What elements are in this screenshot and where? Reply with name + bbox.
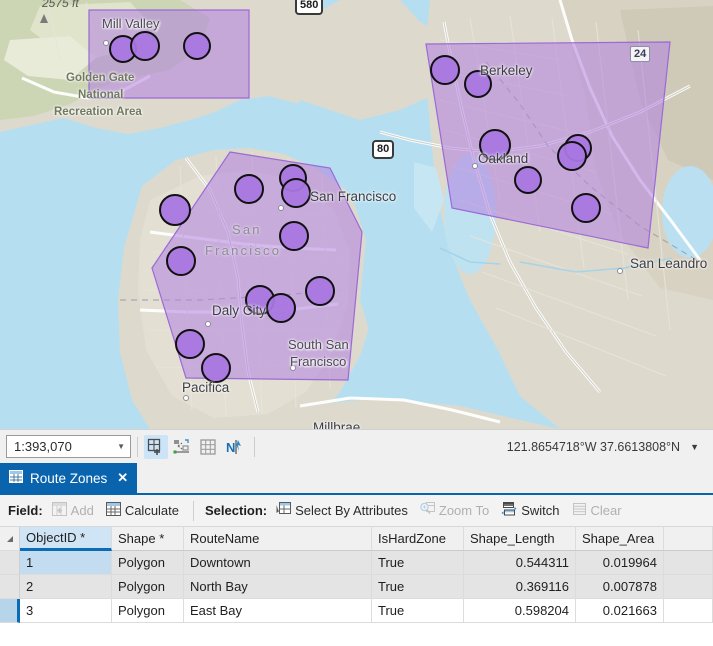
- clear-label: Clear: [590, 503, 622, 518]
- column-header-name[interactable]: RouteName: [184, 527, 372, 551]
- city-dot-daly-city: [205, 321, 211, 327]
- chevron-down-icon: ▼: [117, 442, 125, 451]
- map-canvas: [0, 0, 713, 429]
- toolbar-separator: [193, 500, 195, 521]
- cell-filler: [664, 551, 713, 575]
- column-header-hard[interactable]: IsHardZone: [372, 527, 464, 551]
- attribute-grid[interactable]: ObjectID * Shape * RouteName IsHardZone Shap…: [0, 527, 713, 623]
- clear-selection-button[interactable]: Clear: [569, 500, 625, 521]
- switch-selection-button[interactable]: Switch: [498, 500, 562, 521]
- map-status-bar: 1:393,070 ▼ N 121.8654718°W 37.6613808°N…: [0, 429, 713, 463]
- city-dot-san-francisco: [278, 205, 284, 211]
- tab-label: Route Zones: [30, 470, 108, 486]
- map-view[interactable]: 2575 ft Mill Valley Golden Gate National Re…: [0, 0, 713, 429]
- row-selector[interactable]: [0, 575, 20, 599]
- table-row[interactable]: 2 Polygon North Bay True 0.369116 0.007878: [0, 575, 713, 599]
- cell-name[interactable]: Downtown: [184, 551, 372, 575]
- cell-hard[interactable]: True: [372, 599, 464, 623]
- cell-length[interactable]: 0.598204: [464, 599, 576, 623]
- city-dot-mill-valley: [103, 40, 109, 46]
- switch-label: Switch: [521, 503, 560, 518]
- cell-shape[interactable]: Polygon: [112, 599, 184, 623]
- cell-length[interactable]: 0.544311: [464, 551, 576, 575]
- svg-text:N: N: [226, 440, 235, 455]
- toolbar-divider: [137, 436, 138, 457]
- chevron-down-icon[interactable]: ▼: [690, 442, 699, 452]
- row-selector[interactable]: [0, 599, 20, 623]
- grid-select-all-corner[interactable]: [0, 527, 20, 551]
- row-selector[interactable]: [0, 551, 20, 575]
- north-arrow-tool[interactable]: N: [222, 435, 246, 459]
- cell-area[interactable]: 0.019964: [576, 551, 664, 575]
- close-icon[interactable]: ✕: [117, 470, 128, 486]
- city-dot-pacifica: [183, 395, 189, 401]
- cell-hard[interactable]: True: [372, 551, 464, 575]
- select-all-triangle-icon: [6, 535, 13, 542]
- column-header-length[interactable]: Shape_Length: [464, 527, 576, 551]
- coordinate-readout[interactable]: 121.8654718°W 37.6613808°N ▼: [507, 440, 699, 454]
- add-field-icon: [51, 502, 67, 519]
- toolbar-divider-2: [254, 436, 255, 457]
- calculate-field-button[interactable]: Calculate: [103, 500, 182, 521]
- map-scale-value: 1:393,070: [14, 439, 72, 454]
- table-row[interactable]: 1 Polygon Downtown True 0.544311 0.019964: [0, 551, 713, 575]
- add-field-button[interactable]: Add: [49, 500, 97, 521]
- city-dot-san-leandro: [617, 268, 623, 274]
- select-by-attributes-label: Select By Attributes: [295, 503, 408, 518]
- cell-filler: [664, 599, 713, 623]
- selection-group-label: Selection:: [205, 503, 268, 518]
- attribute-grid-body[interactable]: 1 Polygon Downtown True 0.544311 0.019964 2 Pol…: [0, 551, 713, 623]
- attribute-grid-header: ObjectID * Shape * RouteName IsHardZone Shap…: [0, 527, 713, 551]
- zoom-to-icon: [420, 502, 435, 519]
- cell-shape[interactable]: Polygon: [112, 551, 184, 575]
- cell-objectid[interactable]: 3: [20, 599, 112, 623]
- cell-name[interactable]: East Bay: [184, 599, 372, 623]
- zoom-to-selection-button[interactable]: Zoom To: [417, 500, 492, 521]
- cell-area[interactable]: 0.021663: [576, 599, 664, 623]
- select-by-attributes-icon: [276, 502, 292, 519]
- cell-hard[interactable]: True: [372, 575, 464, 599]
- tab-route-zones[interactable]: Route Zones ✕: [0, 463, 138, 493]
- cell-shape[interactable]: Polygon: [112, 575, 184, 599]
- column-header-filler: [664, 527, 713, 551]
- add-data-frame-tool[interactable]: [144, 434, 168, 459]
- table-row[interactable]: 3 Polygon East Bay True 0.598204 0.021663: [0, 599, 713, 623]
- cell-filler: [664, 575, 713, 599]
- cell-area[interactable]: 0.007878: [576, 575, 664, 599]
- zoom-to-label: Zoom To: [438, 503, 490, 518]
- highway-shield-i-580: 580: [295, 0, 324, 15]
- cell-objectid[interactable]: 1: [20, 551, 112, 575]
- map-scale-combobox[interactable]: 1:393,070 ▼: [6, 435, 131, 458]
- clear-selection-icon: [572, 502, 587, 519]
- column-header-objectid[interactable]: ObjectID *: [20, 527, 112, 551]
- city-dot-oakland: [472, 163, 478, 169]
- coordinate-value: 121.8654718°W 37.6613808°N: [506, 439, 681, 454]
- switch-selection-icon: [501, 502, 517, 519]
- north-arrow-icon: [40, 14, 48, 23]
- select-by-attributes-button[interactable]: Select By Attributes: [273, 500, 411, 521]
- city-dot-south-san-francisco: [290, 365, 296, 371]
- cell-name[interactable]: North Bay: [184, 575, 372, 599]
- cell-length[interactable]: 0.369116: [464, 575, 576, 599]
- highway-shield-i-80: 80: [372, 140, 395, 159]
- attribute-table-pane: Route Zones ✕ Field: Add Calculate Selec…: [0, 463, 713, 646]
- add-field-label: Add: [70, 503, 94, 518]
- geoprocessing-tool[interactable]: [170, 435, 194, 459]
- table-tab-strip: Route Zones ✕: [0, 463, 713, 495]
- cell-objectid[interactable]: 2: [20, 575, 112, 599]
- attribute-table-toolbar: Field: Add Calculate Selection: Select B…: [0, 495, 713, 527]
- calculate-icon: [105, 502, 121, 519]
- table-icon: [9, 470, 23, 486]
- highway-shield-sr-24: 24: [630, 46, 651, 62]
- field-group-label: Field:: [8, 503, 43, 518]
- calculate-label: Calculate: [124, 503, 180, 518]
- grid-tool[interactable]: [196, 435, 220, 459]
- column-header-shape[interactable]: Shape *: [112, 527, 184, 551]
- column-header-area[interactable]: Shape_Area: [576, 527, 664, 551]
